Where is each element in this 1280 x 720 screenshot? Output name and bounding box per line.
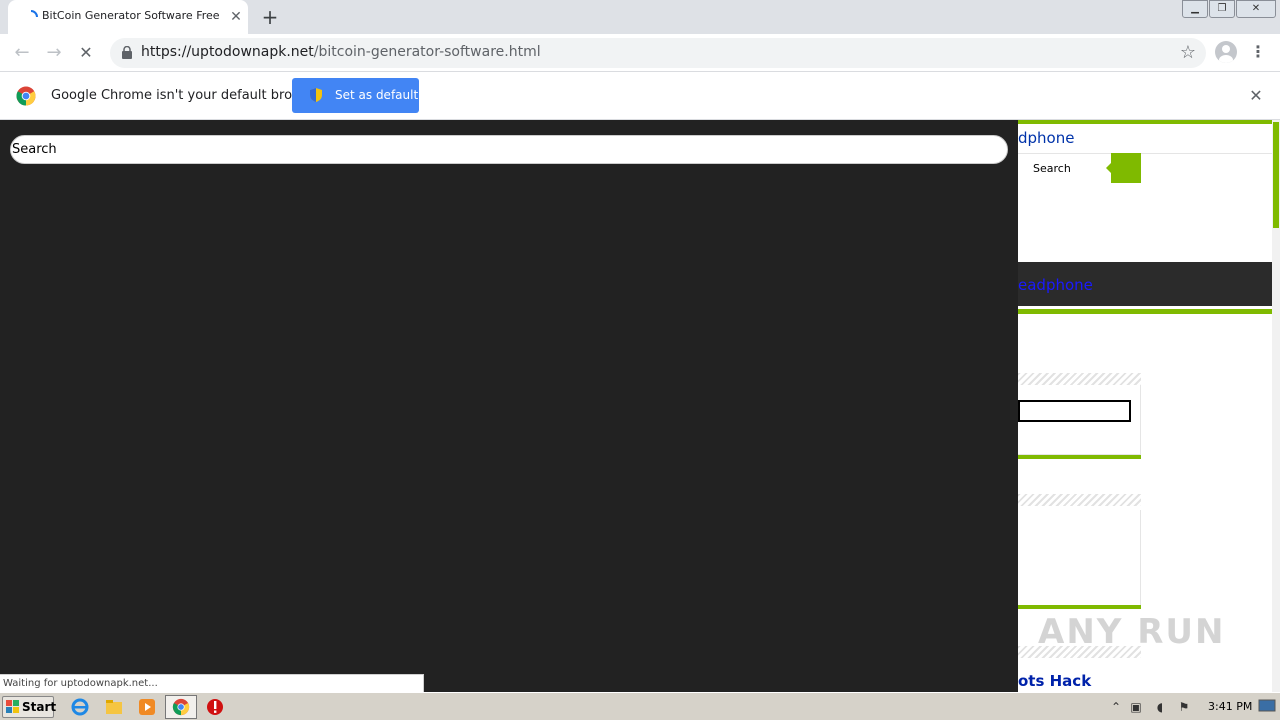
chrome-taskbar-icon — [172, 698, 190, 716]
browser-toolbar: ← → ✕ https://uptodownapk.net/bitcoin-ge… — [0, 34, 1280, 72]
internet-explorer-icon[interactable] — [70, 697, 90, 717]
underlying-site: dphone Search eadphone ots Hack — [1018, 120, 1280, 692]
browser-tab[interactable]: BitCoin Generator Software Free Do ✕ — [8, 0, 248, 34]
page-scrollbar[interactable] — [1272, 120, 1280, 692]
volume-icon[interactable]: ◖ — [1152, 699, 1168, 715]
start-label: Start — [22, 700, 57, 714]
profile-avatar-icon[interactable] — [1215, 41, 1237, 63]
bookmark-star-icon[interactable]: ☆ — [1180, 42, 1196, 63]
set-as-default-label: Set as default — [335, 88, 419, 102]
network-icon[interactable]: ▣ — [1128, 699, 1144, 715]
site-nav-accent — [1018, 309, 1272, 314]
widget-header-hatch — [1018, 373, 1141, 385]
site-divider — [1018, 153, 1272, 154]
loading-spinner-icon — [30, 10, 38, 18]
set-as-default-button[interactable]: Set as default — [292, 78, 419, 113]
site-nav-bar: eadphone — [1018, 262, 1272, 306]
widget-accent-2 — [1018, 605, 1141, 609]
infobar-message: Google Chrome isn't your default browser — [51, 88, 323, 103]
windows-taskbar: Start ⌃ ▣ ◖ ⚑ 3:41 PM — [0, 692, 1280, 720]
infobar-close-icon[interactable]: ✕ — [1246, 86, 1266, 106]
action-center-flag-icon[interactable]: ⚑ — [1176, 699, 1192, 715]
address-bar[interactable]: https://uptodownapk.net/bitcoin-generato… — [110, 38, 1206, 68]
widget-box-2 — [1018, 510, 1141, 606]
window-controls: ▁ ❐ ✕ — [1181, 0, 1276, 20]
site-link-headphone[interactable]: dphone — [1018, 129, 1074, 147]
stop-loading-button[interactable]: ✕ — [74, 41, 98, 65]
scrollbar-thumb[interactable] — [1273, 122, 1279, 228]
overlay-search-box[interactable] — [10, 135, 1008, 164]
site-search-button[interactable] — [1106, 153, 1141, 183]
tray-expand-icon[interactable]: ⌃ — [1108, 699, 1124, 715]
widget-header-hatch-2 — [1018, 494, 1141, 506]
taskbar-chrome-button[interactable] — [165, 695, 197, 719]
fullscreen-search-overlay — [0, 120, 1018, 692]
window-close-button[interactable]: ✕ — [1236, 0, 1276, 18]
url-text: https://uptodownapk.net/bitcoin-generato… — [141, 44, 541, 60]
taskbar-clock[interactable]: 3:41 PM — [1208, 700, 1252, 713]
new-tab-button[interactable]: + — [258, 6, 282, 30]
start-button[interactable]: Start — [2, 696, 57, 718]
media-player-icon[interactable] — [137, 697, 157, 717]
uac-shield-icon — [310, 88, 322, 102]
site-search-label: Search — [1033, 162, 1071, 175]
back-button[interactable]: ← — [10, 41, 34, 65]
browser-menu-icon[interactable]: ⋮ — [1250, 41, 1266, 63]
minimize-button[interactable]: ▁ — [1182, 0, 1208, 18]
show-desktop-icon[interactable] — [1258, 699, 1276, 713]
default-browser-infobar: Google Chrome isn't your default browser… — [0, 72, 1280, 120]
restore-button[interactable]: ❐ — [1209, 0, 1235, 18]
anyrun-watermark: ANY RUN — [1038, 612, 1226, 652]
page-content: dphone Search eadphone ots Hack — [0, 120, 1280, 692]
chrome-logo-icon — [16, 86, 36, 106]
site-link-hack[interactable]: ots Hack — [1018, 672, 1091, 690]
lock-icon — [122, 46, 132, 59]
widget-input[interactable] — [1018, 400, 1131, 422]
file-explorer-icon[interactable] — [104, 697, 124, 717]
tab-close-icon[interactable]: ✕ — [226, 7, 246, 27]
windows-logo-icon — [6, 700, 19, 713]
tab-strip: BitCoin Generator Software Free Do ✕ + ▁… — [0, 0, 1280, 34]
overlay-search-input[interactable] — [11, 136, 1007, 163]
widget-accent — [1018, 455, 1141, 459]
stop-sign-icon[interactable] — [205, 697, 225, 717]
site-link-headphone-nav[interactable]: eadphone — [1018, 276, 1093, 294]
tab-title: BitCoin Generator Software Free Do — [42, 9, 222, 22]
site-top-accent — [1018, 120, 1272, 124]
status-bubble: Waiting for uptodownapk.net... — [0, 674, 424, 692]
forward-button[interactable]: → — [42, 41, 66, 65]
